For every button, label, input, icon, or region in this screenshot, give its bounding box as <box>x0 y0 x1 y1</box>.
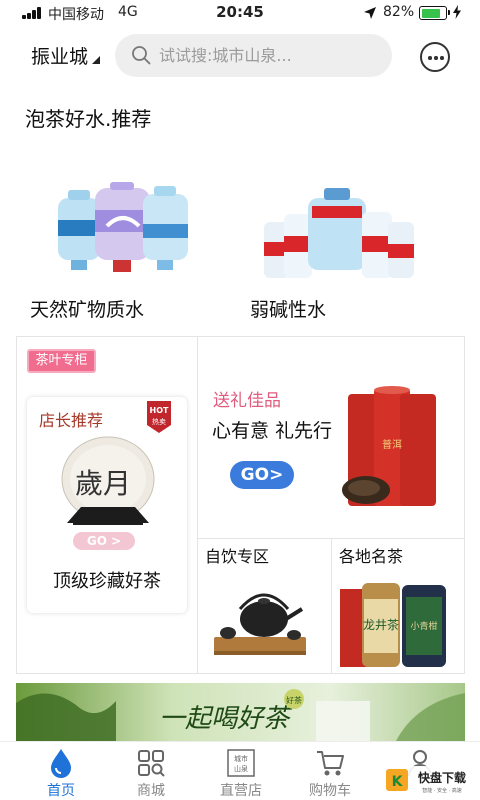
city-selector[interactable]: 振业城 <box>31 42 88 69</box>
svg-text:龙井茶: 龙井茶 <box>363 617 399 632</box>
gift-go-button[interactable]: GO> <box>230 461 294 489</box>
gift-title: 送礼佳品 <box>213 391 281 411</box>
svg-text:普洱: 普洱 <box>382 438 402 451</box>
promo-banner[interactable]: 一起喝好茶 好茶 <box>16 683 465 741</box>
tab-label: 直营店 <box>220 783 262 799</box>
alkaline-water-image <box>264 188 414 278</box>
location-arrow-icon <box>364 7 376 19</box>
svg-text:山泉: 山泉 <box>234 764 248 773</box>
pu-erh-cake-image: 歲月 <box>61 436 155 525</box>
go-button-small[interactable]: GO > <box>73 532 135 550</box>
product-alkaline-water[interactable]: 弱碱性水 <box>248 180 448 321</box>
manager-pick-card[interactable]: 店长推荐 HOT 热卖 歲月 GO > 顶级珍藏好茶 <box>27 397 187 613</box>
longjing-tea-image[interactable]: 龙井茶 小青柑 <box>338 583 454 669</box>
manager-pick-label: 店长推荐 <box>39 411 104 430</box>
battery-percent: 82% <box>383 4 415 20</box>
gift-tea-cans-image[interactable]: 普洱 <box>338 384 442 514</box>
svg-text:K: K <box>392 774 404 790</box>
svg-text:HOT: HOT <box>150 406 169 415</box>
svg-text:热卖: 热卖 <box>152 417 166 426</box>
tab-home[interactable]: 首页 <box>21 742 101 800</box>
battery-icon <box>419 6 450 20</box>
teapot-set-image[interactable] <box>210 575 310 665</box>
tab-label: 购物车 <box>309 783 351 799</box>
tab-label: 商城 <box>137 783 165 799</box>
svg-text:城市: 城市 <box>234 754 248 763</box>
tab-mall[interactable]: 商城 <box>111 742 191 800</box>
search-bar[interactable] <box>115 34 392 77</box>
svg-text:小青柑: 小青柑 <box>410 620 437 632</box>
mineral-water-image <box>58 182 188 272</box>
svg-text:快盘下载: 快盘下载 <box>418 770 466 785</box>
svg-text:一起喝好茶: 一起喝好茶 <box>159 704 293 734</box>
product-label: 弱碱性水 <box>250 299 327 321</box>
store-icon: 城市 山泉 <box>227 749 255 777</box>
water-drop-icon <box>51 749 71 778</box>
regional-tea-title[interactable]: 各地名茶 <box>339 543 403 567</box>
charging-bolt-icon <box>453 5 461 19</box>
tea-counter-tag[interactable]: 茶叶专柜 <box>27 349 96 373</box>
svg-text:歲月: 歲月 <box>75 467 131 500</box>
site-watermark-logo: K 快盘下载 智能 · 安全 · 高速 <box>384 766 476 796</box>
self-drink-zone-title[interactable]: 自饮专区 <box>205 543 269 567</box>
gift-subtitle: 心有意 礼先行 <box>212 420 333 442</box>
tea-banner-image: 一起喝好茶 好茶 <box>16 683 465 741</box>
tea-card-title: 顶级珍藏好茶 <box>53 571 161 592</box>
status-bar: 中国移动 4G 20:45 82% <box>0 0 480 26</box>
message-icon[interactable] <box>420 42 450 72</box>
grid-search-icon <box>138 750 165 777</box>
search-icon <box>132 46 151 65</box>
caret-down-icon[interactable] <box>92 56 100 64</box>
product-label: 天然矿物质水 <box>30 299 145 321</box>
product-mineral-water[interactable]: 天然矿物质水 <box>30 180 230 321</box>
search-input[interactable] <box>159 34 379 77</box>
svg-text:智能 · 安全 · 高速: 智能 · 安全 · 高速 <box>422 787 462 794</box>
tab-label: 首页 <box>47 783 75 799</box>
cart-icon <box>317 751 344 776</box>
tab-direct-store[interactable]: 城市 山泉 直营店 <box>201 742 281 800</box>
tab-cart[interactable]: 购物车 <box>290 742 370 800</box>
svg-text:好茶: 好茶 <box>286 695 302 705</box>
hot-badge-icon: HOT 热卖 <box>147 401 171 433</box>
section-title: 泡茶好水.推荐 <box>25 107 152 131</box>
